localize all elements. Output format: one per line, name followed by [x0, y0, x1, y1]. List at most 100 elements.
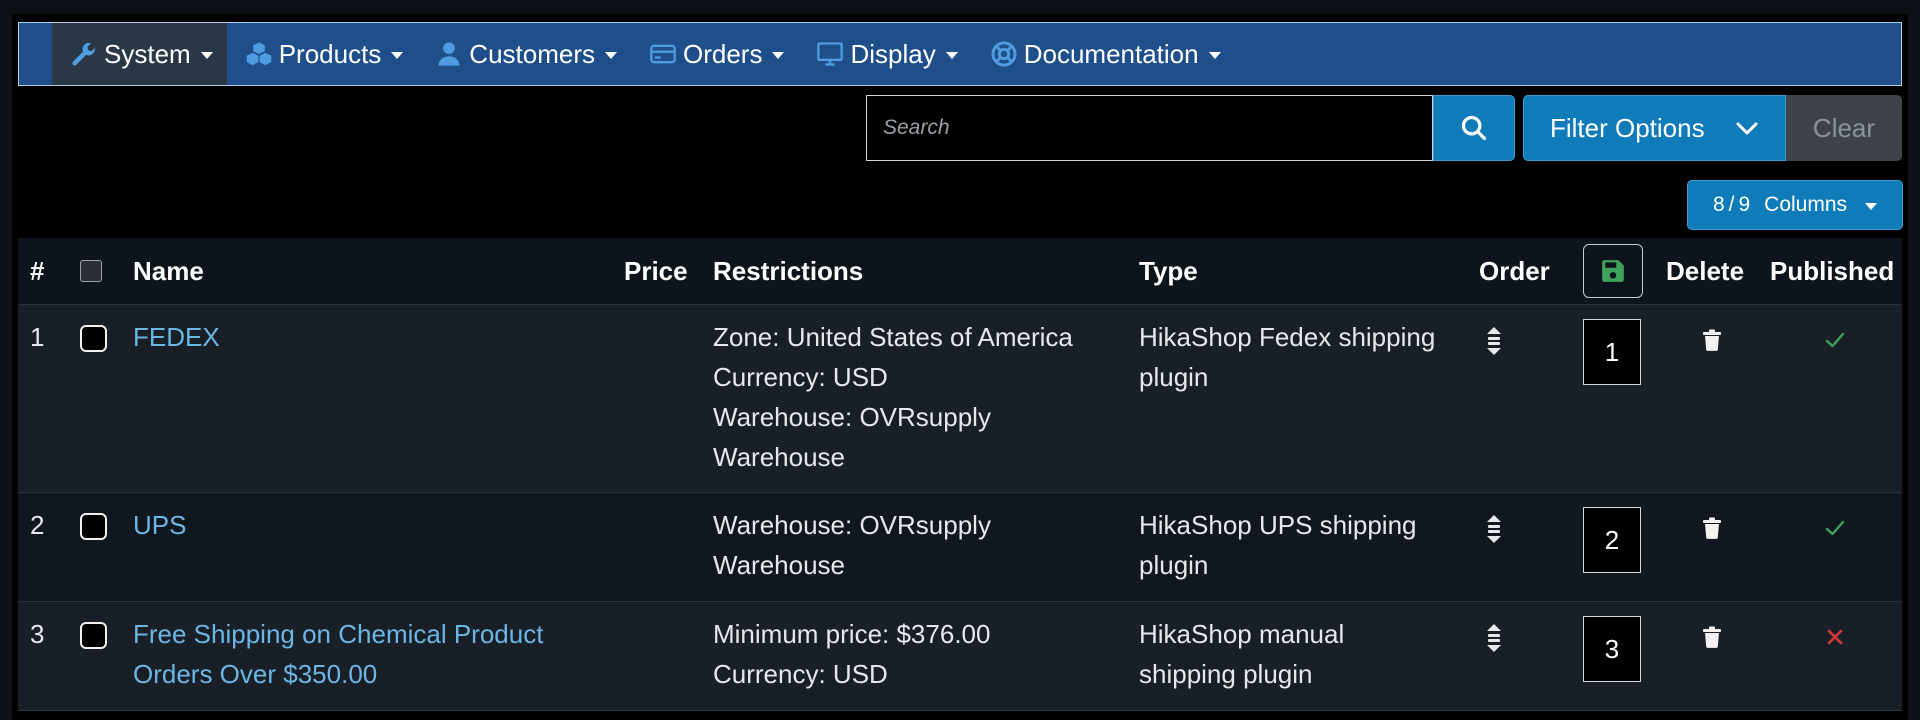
nav-documentation[interactable]: Documentation — [972, 23, 1235, 85]
table-header-row: # Name Price Restrictions Type Order Del… — [18, 238, 1902, 305]
chevron-down-icon — [391, 52, 404, 59]
shipping-name-line: UPS — [133, 510, 187, 540]
restriction-line: Minimum price: $376.00 — [713, 619, 991, 649]
order-input[interactable]: 3 — [1583, 616, 1641, 682]
columns-toggle-button[interactable]: 8 / 9 Columns — [1687, 180, 1903, 230]
row-number: 2 — [30, 510, 45, 540]
table-row: 2 UPS Warehouse: OVRsupply Warehouse HikaSho… — [18, 493, 1902, 602]
row-number: 3 — [30, 619, 45, 649]
restriction-line: Warehouse: OVRsupply — [713, 510, 991, 540]
chevron-down-icon — [200, 52, 213, 59]
wrench-icon — [70, 40, 98, 68]
trash-icon[interactable] — [1700, 624, 1724, 650]
columns-separator: / — [1728, 193, 1735, 216]
shipping-name-line: Free Shipping on Chemical Product — [133, 619, 544, 649]
monitor-icon — [816, 40, 844, 68]
columns-total-count: 9 — [1738, 193, 1751, 216]
row-checkbox[interactable] — [80, 513, 107, 540]
trash-icon[interactable] — [1700, 515, 1724, 541]
clear-button[interactable]: Clear — [1786, 95, 1902, 161]
shipping-name-link[interactable]: FEDEX — [133, 317, 220, 357]
life-ring-icon — [990, 40, 1018, 68]
nav-customers[interactable]: Customers — [417, 23, 631, 85]
col-header-name[interactable]: Name — [133, 238, 204, 305]
row-checkbox[interactable] — [80, 622, 107, 649]
cubes-icon — [245, 40, 273, 68]
table-row: 3 Free Shipping on Chemical Product Orders… — [18, 602, 1902, 711]
checkmark-icon[interactable] — [1824, 329, 1846, 351]
restriction-line: Warehouse: OVRsupply — [713, 402, 991, 432]
nav-products-label: Products — [278, 38, 382, 69]
chevron-down-icon — [1735, 116, 1759, 140]
col-header-type[interactable]: Type — [1139, 238, 1198, 305]
search-input[interactable] — [866, 95, 1433, 161]
type-cell: HikaShop UPS shipping plugin — [1139, 505, 1417, 585]
shipping-name-link[interactable]: Free Shipping on Chemical Product Orders … — [133, 614, 543, 694]
col-header-delete: Delete — [1666, 256, 1745, 286]
row-number: 1 — [30, 322, 45, 352]
restriction-line: Zone: United States of America — [713, 322, 1073, 352]
restriction-line: Warehouse — [713, 442, 845, 472]
columns-label: Columns — [1764, 193, 1848, 216]
chevron-down-icon — [1208, 52, 1221, 59]
checkmark-icon[interactable] — [1824, 517, 1846, 539]
nav-system-label: System — [104, 38, 191, 69]
shipping-name-line: FEDEX — [133, 322, 220, 352]
type-line: plugin — [1139, 362, 1209, 392]
order-input[interactable]: 2 — [1583, 507, 1641, 573]
filter-options-label: Filter Options — [1550, 112, 1705, 143]
type-line: HikaShop Fedex shipping — [1139, 322, 1436, 352]
shipping-name-line: Orders Over $350.00 — [133, 659, 378, 689]
chevron-down-icon — [605, 52, 617, 59]
type-line: shipping plugin — [1139, 659, 1313, 689]
type-cell: HikaShop Fedex shipping plugin — [1139, 317, 1435, 397]
nav-products[interactable]: Products — [227, 23, 418, 85]
shipping-name-link[interactable]: UPS — [133, 505, 186, 545]
col-header-published[interactable]: Published — [1770, 238, 1894, 305]
col-header-number[interactable]: # — [30, 238, 44, 305]
trash-icon[interactable] — [1700, 327, 1724, 353]
restrictions-cell: Warehouse: OVRsupply Warehouse — [713, 505, 991, 585]
clear-label: Clear — [1812, 112, 1876, 143]
top-navbar: System Products Customers Orders Display — [18, 22, 1902, 86]
order-input[interactable]: 1 — [1583, 319, 1641, 385]
columns-shown-count: 8 — [1712, 193, 1725, 216]
col-header-order[interactable]: Order — [1479, 238, 1550, 305]
restriction-line: Warehouse — [713, 550, 845, 580]
col-header-price[interactable]: Price — [624, 238, 688, 305]
drag-handle-icon[interactable] — [1483, 513, 1505, 545]
search-button[interactable] — [1433, 95, 1515, 161]
type-line: HikaShop manual — [1139, 619, 1345, 649]
type-cell: HikaShop manual shipping plugin — [1139, 614, 1344, 694]
nav-documentation-label: Documentation — [1023, 38, 1199, 69]
drag-handle-icon[interactable] — [1483, 622, 1505, 654]
drag-handle-icon[interactable] — [1483, 325, 1505, 357]
nav-orders-label: Orders — [683, 38, 763, 69]
shipping-methods-table: # Name Price Restrictions Type Order Del… — [18, 238, 1902, 711]
nav-display[interactable]: Display — [798, 23, 971, 85]
nav-customers-label: Customers — [469, 38, 595, 69]
search-icon — [1460, 114, 1488, 142]
table-row: 1 FEDEX Zone: United States of America Curr… — [18, 305, 1902, 493]
close-icon[interactable] — [1824, 626, 1846, 648]
nav-orders[interactable]: Orders — [631, 23, 798, 85]
credit-card-icon — [649, 40, 677, 68]
nav-system[interactable]: System — [52, 23, 227, 85]
restrictions-cell: Minimum price: $376.00 Currency: USD — [713, 614, 990, 694]
restriction-line: Currency: USD — [713, 362, 888, 392]
col-header-restrictions: Restrictions — [713, 256, 864, 286]
floppy-disk-icon — [1600, 258, 1626, 284]
type-line: HikaShop UPS shipping — [1139, 510, 1417, 540]
save-order-button[interactable] — [1583, 244, 1643, 298]
filter-options-button[interactable]: Filter Options — [1523, 95, 1786, 161]
restrictions-cell: Zone: United States of America Currency: … — [713, 317, 1073, 477]
restriction-line: Currency: USD — [713, 659, 888, 689]
type-line: plugin — [1139, 550, 1209, 580]
chevron-down-icon — [772, 52, 785, 59]
row-checkbox[interactable] — [80, 325, 107, 352]
chevron-down-icon — [1865, 203, 1878, 210]
user-icon — [435, 40, 463, 68]
select-all-checkbox[interactable] — [80, 260, 102, 282]
nav-display-label: Display — [850, 38, 936, 69]
chevron-down-icon — [945, 52, 958, 59]
